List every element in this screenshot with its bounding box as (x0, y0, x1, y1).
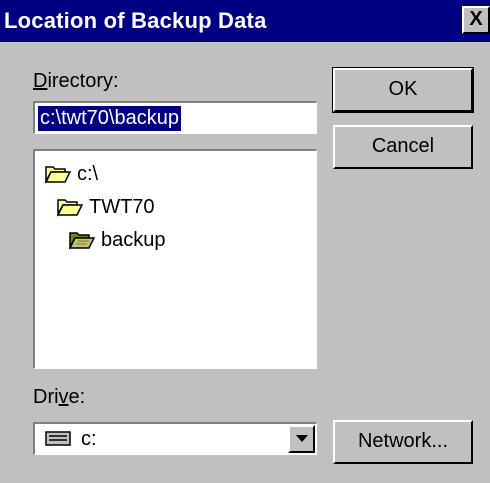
open-folder-icon (45, 166, 71, 184)
drive-label-access-key: v (58, 386, 69, 408)
open-folder-icon (57, 199, 83, 217)
drive-label-before: Dri (33, 386, 59, 408)
drive-select-value: c: (81, 428, 97, 450)
network-button[interactable]: Network... (333, 420, 473, 464)
directory-label: Directory: (33, 70, 119, 93)
drive-label-after: e: (68, 386, 86, 408)
tree-item-root[interactable]: c:\ (45, 161, 98, 187)
tree-item-label: c:\ (77, 162, 99, 185)
ok-button[interactable]: OK (332, 67, 474, 113)
drive-label: Drive: (33, 386, 85, 409)
drive-dropdown-button[interactable] (288, 425, 315, 453)
directory-input-value: c:\twt70\backup (38, 106, 181, 131)
chevron-down-icon (296, 435, 308, 442)
drive-select[interactable]: c: (33, 422, 317, 455)
directory-input[interactable]: c:\twt70\backup (33, 101, 317, 134)
directory-tree[interactable]: c:\ TWT70 backup (33, 149, 317, 369)
tree-item-twt70[interactable]: TWT70 (57, 194, 155, 220)
directory-label-access-key: D (33, 70, 48, 92)
title-bar: Location of Backup Data X (0, 0, 490, 42)
open-folder-shaded-icon (69, 232, 95, 250)
drive-icon (45, 431, 71, 446)
tree-item-label: TWT70 (89, 195, 155, 218)
window-title: Location of Backup Data (4, 8, 267, 33)
directory-label-rest: irectory: (47, 70, 119, 92)
cancel-button[interactable]: Cancel (333, 125, 473, 169)
backup-location-dialog: Location of Backup Data X Directory: c:\… (0, 0, 490, 483)
tree-item-backup[interactable]: backup (69, 227, 166, 253)
tree-item-label: backup (101, 228, 166, 251)
close-button[interactable]: X (462, 6, 490, 34)
